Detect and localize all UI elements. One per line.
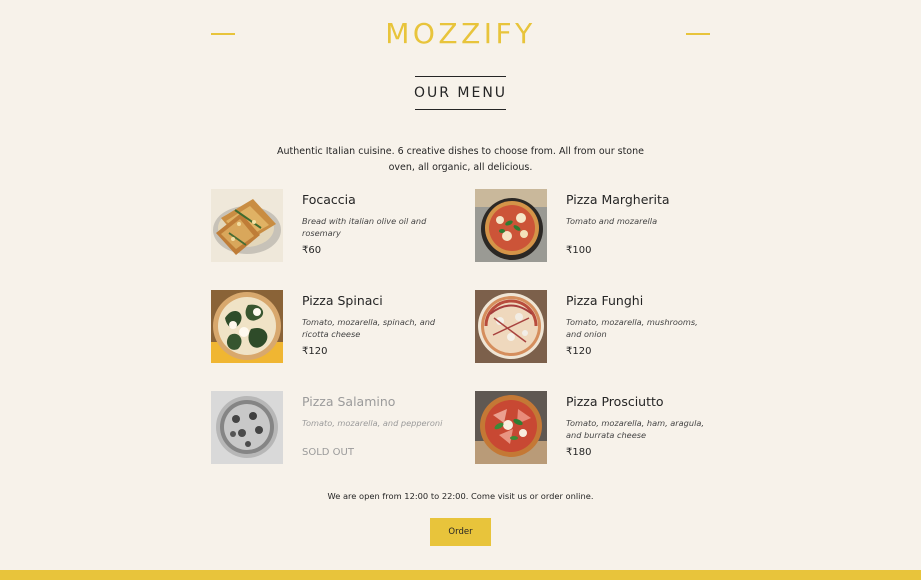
pizza-margherita-photo <box>475 189 547 262</box>
dish-card-focaccia: Focaccia Bread with italian olive oil an… <box>211 189 446 262</box>
menu-grid: Focaccia Bread with italian olive oil an… <box>211 189 710 492</box>
dish-details: Pizza Spinaci Tomato, mozarella, spinach… <box>302 290 446 363</box>
dish-card-pizza-salamino: Pizza Salamino Tomato, mozarella, and pe… <box>211 391 446 464</box>
pizza-prosciutto-photo <box>475 391 547 464</box>
header-right-rule <box>686 33 710 35</box>
dish-card-pizza-prosciutto: Pizza Prosciutto Tomato, mozarella, ham,… <box>475 391 710 464</box>
dish-name: Focaccia <box>302 192 356 207</box>
dish-description: Bread with italian olive oil and rosemar… <box>302 215 427 239</box>
dish-price: ₹60 <box>302 245 322 256</box>
menu-row: Pizza Spinaci Tomato, mozarella, spinach… <box>211 290 710 391</box>
focaccia-photo <box>211 189 283 262</box>
dish-name: Pizza Spinaci <box>302 293 383 308</box>
dish-price: ₹120 <box>566 346 592 357</box>
dish-name: Pizza Margherita <box>566 192 670 207</box>
dish-description: Tomato, mozarella, spinach, and ricotta … <box>302 316 436 340</box>
pizza-salamino-photo <box>211 391 283 464</box>
site-header: MOZZIFY <box>211 12 710 56</box>
pizza-funghi-photo <box>475 290 547 363</box>
menu-row: Focaccia Bread with italian olive oil an… <box>211 189 710 290</box>
dish-details: Pizza Prosciutto Tomato, mozarella, ham,… <box>566 391 710 464</box>
menu-title: OUR MENU <box>413 85 508 101</box>
dish-details: Pizza Salamino Tomato, mozarella, and pe… <box>302 391 446 464</box>
dish-details: Pizza Margherita Tomato and mozarella ₹1… <box>566 189 710 262</box>
dish-details: Focaccia Bread with italian olive oil an… <box>302 189 446 262</box>
dish-details: Pizza Funghi Tomato, mozarella, mushroom… <box>566 290 710 363</box>
dish-price: ₹180 <box>566 447 592 458</box>
footer-accent-bar <box>0 570 921 580</box>
menu-title-frame: OUR MENU <box>413 76 508 110</box>
menu-row: Pizza Salamino Tomato, mozarella, and pe… <box>211 391 710 492</box>
dish-name: Pizza Salamino <box>302 394 396 409</box>
dish-card-pizza-funghi: Pizza Funghi Tomato, mozarella, mushroom… <box>475 290 710 363</box>
dish-price: ₹100 <box>566 245 592 256</box>
menu-intro-text: Authentic Italian cuisine. 6 creative di… <box>277 145 644 173</box>
brand-logo: MOZZIFY <box>385 17 536 50</box>
dish-description: Tomato, mozarella, ham, aragula, and bur… <box>566 417 704 441</box>
sold-out-label: SOLD OUT <box>302 447 354 458</box>
dish-name: Pizza Funghi <box>566 293 644 308</box>
dish-description: Tomato, mozarella, mushrooms, and onion <box>566 316 698 340</box>
dish-name: Pizza Prosciutto <box>566 394 664 409</box>
order-button[interactable]: Order <box>430 518 491 546</box>
dish-description: Tomato and mozarella <box>566 215 658 226</box>
opening-hours-text: We are open from 12:00 to 22:00. Come vi… <box>327 491 594 501</box>
header-left-rule <box>211 33 235 35</box>
dish-price: ₹120 <box>302 346 328 357</box>
dish-card-pizza-margherita: Pizza Margherita Tomato and mozarella ₹1… <box>475 189 710 262</box>
pizza-spinaci-photo <box>211 290 283 363</box>
dish-description: Tomato, mozarella, and pepperoni <box>302 417 443 428</box>
dish-card-pizza-spinaci: Pizza Spinaci Tomato, mozarella, spinach… <box>211 290 446 363</box>
